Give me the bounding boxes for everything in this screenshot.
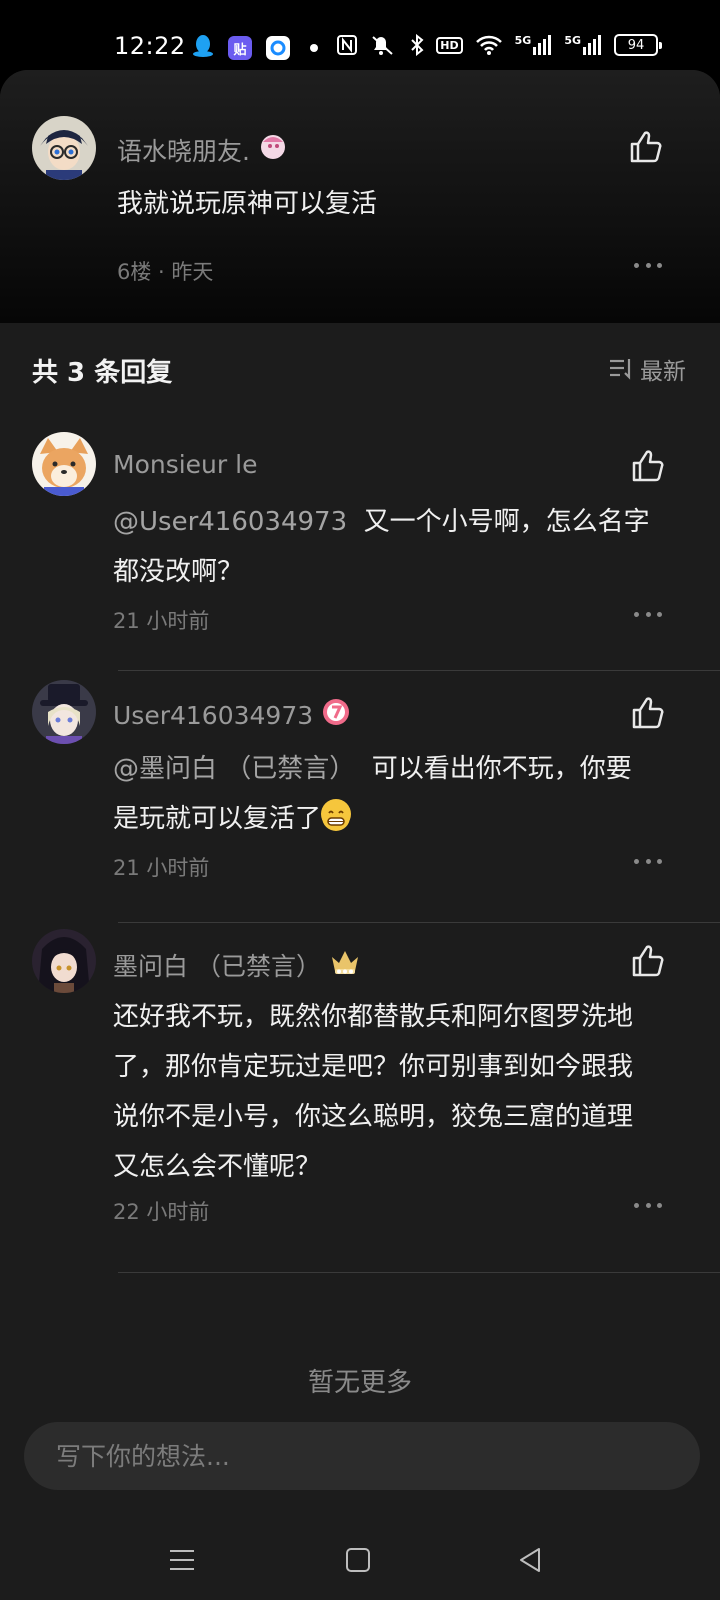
- battery-level: 94: [627, 37, 645, 53]
- status-bar: 12:22 贴 HD 5G 5G 94: [0, 0, 720, 72]
- more-options-icon[interactable]: [634, 612, 662, 620]
- comment-input[interactable]: [24, 1422, 700, 1490]
- reply-text-line: 说你不是小号，你这么聪明，狡兔三窟的道理: [113, 1102, 634, 1132]
- reply-sheet: 语水晓朋友. 我就说玩原神可以复活 6楼 · 昨天 共 3 条回复 最新 Mon…: [0, 70, 720, 1600]
- reply-text-line: 是玩就可以复活了: [113, 804, 322, 834]
- sort-icon: [610, 359, 631, 380]
- browser-icon: [266, 36, 290, 60]
- sort-label[interactable]: 最新: [640, 352, 686, 386]
- username[interactable]: 语水晓朋友.: [117, 132, 288, 168]
- avatar[interactable]: [32, 116, 96, 180]
- reply-time: 21 小时前: [113, 856, 210, 880]
- home-icon: [346, 1548, 370, 1572]
- avatar[interactable]: [32, 929, 96, 993]
- crown-icon: [329, 947, 361, 983]
- more-options-icon[interactable]: [634, 1203, 662, 1211]
- mute-icon: [370, 34, 398, 56]
- like-icon[interactable]: [630, 448, 666, 484]
- menu-button[interactable]: [162, 1540, 202, 1580]
- like-icon[interactable]: [630, 943, 666, 979]
- username[interactable]: User416034973: [113, 697, 351, 733]
- username-text[interactable]: 语水晓朋友.: [117, 132, 250, 168]
- divider: [118, 1272, 720, 1273]
- username-text[interactable]: User416034973: [113, 701, 313, 730]
- username[interactable]: 墨问白 （已禁言）: [113, 947, 361, 983]
- mention-link[interactable]: @墨问白 （已禁言）: [113, 754, 355, 784]
- reply-text-line: 还好我不玩，既然你都替散兵和阿尔图罗洗地: [113, 1002, 634, 1032]
- bluetooth-icon: [410, 34, 424, 56]
- signal-5g-icon: 5G: [515, 35, 553, 55]
- nfc-icon: [336, 34, 358, 56]
- more-options-icon[interactable]: [634, 263, 662, 271]
- reply-content: @User416034973 又一个小号啊，怎么名字 都没改啊？: [113, 497, 673, 597]
- replies-count: 共 3 条回复: [32, 358, 173, 388]
- avatar[interactable]: [32, 680, 96, 744]
- user-badge-icon: [258, 132, 288, 168]
- qq-icon: [192, 34, 214, 62]
- like-icon[interactable]: [630, 695, 666, 731]
- comment-meta: 6楼 · 昨天: [117, 260, 214, 284]
- grin-emoji-icon: [321, 799, 352, 831]
- no-more-text: 暂无更多: [307, 1368, 412, 1398]
- reply-text-line: 都没改啊？: [113, 557, 244, 587]
- more-options-icon[interactable]: [634, 859, 662, 867]
- signal-5g-icon: 5G: [564, 35, 602, 55]
- hd-icon: HD: [436, 36, 463, 54]
- reply-time: 21 小时前: [113, 609, 210, 633]
- reply-text-line: 又一个小号啊，怎么名字: [363, 507, 650, 537]
- like-icon[interactable]: [628, 129, 664, 165]
- reply-time: 22 小时前: [113, 1200, 210, 1224]
- sort-button[interactable]: 最新: [608, 352, 686, 386]
- reply-content: 还好我不玩，既然你都替散兵和阿尔图罗洗地 了，那你肯定玩过是吧？你可别事到如今跟…: [113, 992, 683, 1192]
- divider: [118, 670, 720, 671]
- username[interactable]: Monsieur le: [113, 450, 257, 479]
- home-button[interactable]: [338, 1540, 378, 1580]
- status-time: 12:22: [114, 32, 186, 60]
- divider: [118, 922, 720, 923]
- reply-text-line: 又怎么会不懂呢？: [113, 1152, 322, 1182]
- mention-link[interactable]: @User416034973: [113, 507, 347, 537]
- menu-icon: [170, 1550, 194, 1570]
- avatar[interactable]: [32, 432, 96, 496]
- reply-content: @墨问白 （已禁言） 可以看出你不玩，你要 是玩就可以复活了: [113, 744, 673, 844]
- more-notifications-icon: [310, 44, 318, 52]
- navigation-bar: [0, 1510, 720, 1600]
- comment-content: 我就说玩原神可以复活: [117, 189, 378, 219]
- system-icons: HD 5G 5G 94: [336, 34, 662, 56]
- parent-comment: 语水晓朋友. 我就说玩原神可以复活 6楼 · 昨天: [0, 70, 720, 323]
- notification-icons: 贴: [192, 34, 318, 62]
- back-icon: [520, 1548, 540, 1572]
- reply-text-line: 可以看出你不玩，你要: [371, 754, 632, 784]
- username-text[interactable]: 墨问白 （已禁言）: [113, 947, 321, 983]
- wifi-icon: [475, 34, 503, 56]
- battery-icon: 94: [614, 34, 662, 56]
- level-badge-icon: [321, 697, 351, 733]
- tieba-icon: 贴: [228, 36, 252, 60]
- reply-text-line: 了，那你肯定玩过是吧？你可别事到如今跟我: [113, 1052, 634, 1082]
- back-button[interactable]: [510, 1540, 550, 1580]
